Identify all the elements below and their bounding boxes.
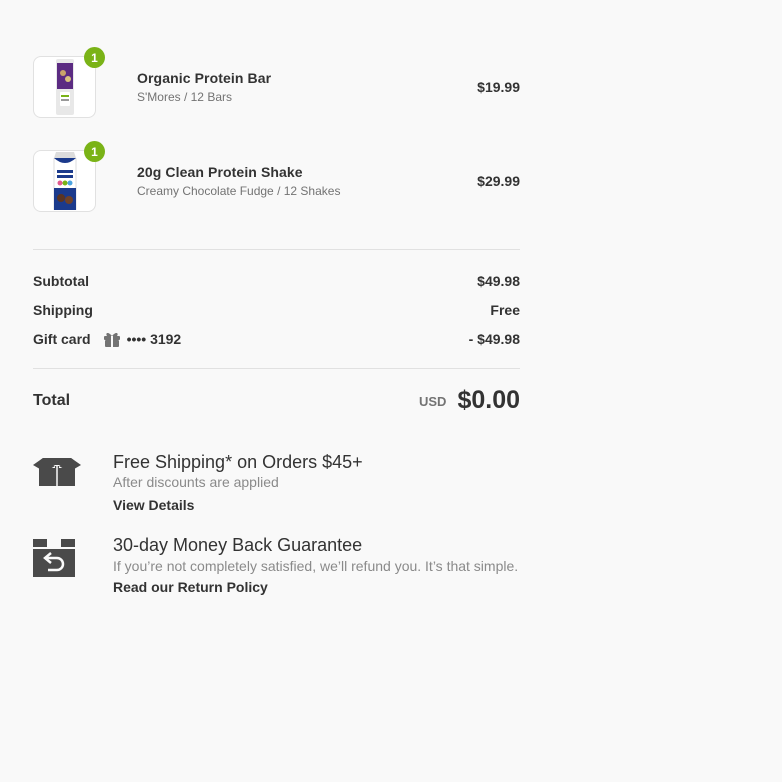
subtotal-label: Subtotal	[33, 272, 89, 289]
perk-title: Free Shipping* on Orders $45+	[113, 452, 363, 472]
giftcard-row: Gift card •••• 3192 - $49.98	[33, 324, 520, 353]
product-thumbnail: 1	[33, 141, 105, 212]
perk-free-shipping: Free Shipping* on Orders $45+ After disc…	[33, 452, 520, 515]
shipping-value: Free	[490, 301, 520, 318]
subtotal-row: Subtotal $49.98	[33, 266, 520, 295]
open-box-icon	[33, 452, 81, 515]
product-variant: S'Mores / 12 Bars	[137, 90, 232, 104]
line-item: 1 20g Clean Protein Shake Creamy Chocola…	[33, 141, 520, 214]
currency-code: USD	[418, 394, 447, 409]
line-price: $29.99	[477, 173, 520, 189]
return-policy-link[interactable]: Read our Return Policy	[113, 579, 268, 595]
cost-breakdown: Subtotal $49.98 Shipping Free Gift card	[33, 250, 520, 368]
perk-title: 30-day Money Back Guarantee	[113, 535, 363, 555]
perk-money-back: 30-day Money Back Guarantee If you’re no…	[33, 535, 520, 597]
order-summary: 1 Organic Protein Bar S'Mores / 12 Bars …	[33, 40, 520, 597]
protein-bar-image	[55, 59, 74, 115]
return-box-icon	[33, 535, 81, 597]
line-price: $19.99	[477, 79, 520, 95]
total-row: Total USD $0.00	[33, 369, 520, 432]
quantity-badge: 1	[84, 47, 105, 68]
giftcard-code: •••• 3192	[126, 330, 182, 347]
product-thumbnail: 1	[33, 47, 105, 118]
perk-subtitle: If you’re not completely satisfied, we’l…	[113, 558, 519, 574]
view-details-link[interactable]: View Details	[113, 497, 194, 513]
product-name: 20g Clean Protein Shake	[137, 164, 303, 180]
subtotal-value: $49.98	[477, 272, 520, 289]
shipping-row: Shipping Free	[33, 295, 520, 324]
product-name: Organic Protein Bar	[137, 70, 272, 86]
total-amount: $0.00	[457, 386, 520, 414]
shipping-label: Shipping	[33, 301, 93, 318]
product-variant: Creamy Chocolate Fudge / 12 Shakes	[137, 184, 341, 198]
total-label: Total	[33, 391, 71, 409]
quantity-badge: 1	[84, 141, 105, 162]
giftcard-label: Gift card	[33, 330, 91, 347]
gift-icon	[103, 331, 121, 347]
line-item: 1 Organic Protein Bar S'Mores / 12 Bars …	[33, 47, 520, 120]
protein-shake-image	[53, 152, 76, 210]
giftcard-value: - $49.98	[468, 330, 520, 347]
perk-subtitle: After discounts are applied	[113, 474, 279, 490]
